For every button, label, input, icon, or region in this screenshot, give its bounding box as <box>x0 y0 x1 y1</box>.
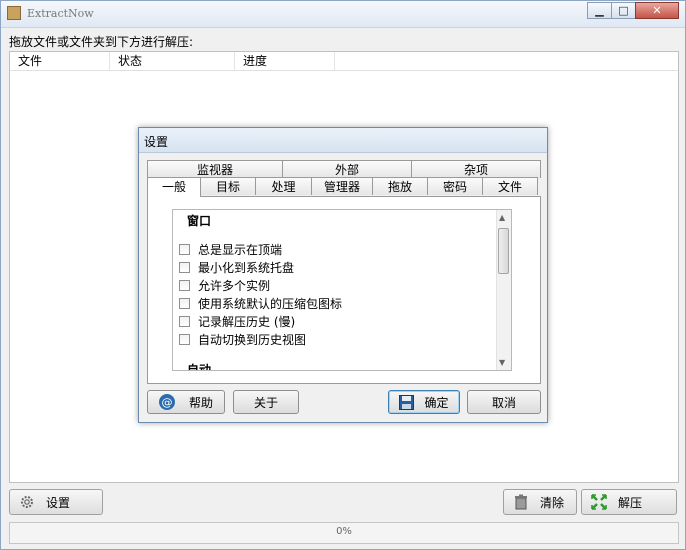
tab-misc[interactable]: 杂项 <box>411 160 541 178</box>
tab-password[interactable]: 密码 <box>427 177 483 195</box>
checkbox[interactable] <box>179 243 190 255</box>
minimize-button[interactable]: ▁ <box>587 2 612 19</box>
status-progress-text: 0% <box>336 526 352 537</box>
checkbox[interactable] <box>179 315 190 327</box>
checkbox[interactable] <box>179 333 190 345</box>
gear-icon <box>18 493 36 511</box>
settings-button-label: 设置 <box>46 495 71 510</box>
close-button[interactable]: ✕ <box>635 2 679 19</box>
tab-page-general: 窗口 总是显示在顶端 最小化到系统托盘 允许多个实例 使用系统默认的压缩包图标 <box>147 196 541 384</box>
clear-button-label: 清除 <box>540 495 565 510</box>
floppy-disk-icon <box>399 394 415 410</box>
window-title: ExtractNow <box>27 7 94 20</box>
ok-button[interactable]: 确定 <box>388 390 460 414</box>
status-bar: 0% <box>9 522 679 544</box>
settings-tabs: 监视器 外部 杂项 一般 目标 处理 管理器 拖放 密码 文件 窗口 总是显示在… <box>147 160 541 384</box>
cancel-button[interactable]: 取消 <box>467 390 541 414</box>
tab-destination[interactable]: 目标 <box>200 177 256 195</box>
option-log-history[interactable]: 记录解压历史 (慢) <box>179 313 295 329</box>
window-controls: ▁ □ ✕ <box>587 2 679 20</box>
tab-processing[interactable]: 处理 <box>255 177 312 195</box>
tab-files[interactable]: 文件 <box>482 177 538 195</box>
box-icon <box>7 6 21 20</box>
maximize-button[interactable]: □ <box>611 2 636 19</box>
checkbox[interactable] <box>179 279 190 291</box>
tab-row-bottom: 一般 目标 处理 管理器 拖放 密码 文件 <box>147 177 538 197</box>
section-header-window: 窗口 <box>187 214 212 228</box>
extract-button[interactable]: 解压 <box>581 489 677 515</box>
option-label: 自动切换到历史视图 <box>198 332 307 347</box>
dialog-title-bar[interactable]: 设置 <box>139 128 547 153</box>
at-sign-icon: @ <box>158 394 175 410</box>
option-label: 总是显示在顶端 <box>198 242 283 257</box>
maximize-icon: □ <box>618 4 629 17</box>
option-label: 允许多个实例 <box>198 278 271 293</box>
settings-button[interactable]: 设置 <box>9 489 103 515</box>
list-header: 文件 状态 进度 <box>10 52 678 71</box>
checkbox[interactable] <box>179 297 190 309</box>
option-label: 使用系统默认的压缩包图标 <box>198 296 343 311</box>
drop-instruction: 拖放文件或文件夹到下方进行解压: <box>9 35 194 49</box>
help-button-label: 帮助 <box>188 395 213 410</box>
section-header-auto: 自动 <box>187 363 212 371</box>
tab-manager[interactable]: 管理器 <box>311 177 373 195</box>
minimize-icon: ▁ <box>595 4 604 17</box>
scroll-up-icon[interactable]: ▲ <box>499 213 505 222</box>
checkbox[interactable] <box>179 261 190 273</box>
cancel-button-label: 取消 <box>491 395 516 410</box>
dialog-title: 设置 <box>144 135 169 149</box>
tab-general[interactable]: 一般 <box>147 177 201 197</box>
extract-button-label: 解压 <box>618 495 643 510</box>
scroll-down-icon[interactable]: ▼ <box>499 358 505 367</box>
option-always-on-top[interactable]: 总是显示在顶端 <box>179 241 282 257</box>
option-minimize-to-tray[interactable]: 最小化到系统托盘 <box>179 259 294 275</box>
extract-arrows-icon <box>590 493 608 511</box>
tab-external[interactable]: 外部 <box>282 160 412 178</box>
option-system-archive-icon[interactable]: 使用系统默认的压缩包图标 <box>179 295 342 311</box>
tab-drag-drop[interactable]: 拖放 <box>372 177 428 195</box>
trash-icon <box>512 493 530 511</box>
ok-button-label: 确定 <box>424 395 449 410</box>
option-auto-history-view[interactable]: 自动切换到历史视图 <box>179 331 306 347</box>
title-bar[interactable]: ExtractNow ▁ □ ✕ <box>1 1 685 28</box>
tab-monitor[interactable]: 监视器 <box>147 160 283 178</box>
column-header-status[interactable]: 状态 <box>110 52 235 70</box>
column-header-progress[interactable]: 进度 <box>235 52 335 70</box>
options-list[interactable]: 窗口 总是显示在顶端 最小化到系统托盘 允许多个实例 使用系统默认的压缩包图标 <box>172 209 512 371</box>
settings-dialog: 设置 监视器 外部 杂项 一般 目标 处理 管理器 拖放 密码 文件 窗口 总是… <box>138 127 548 423</box>
close-icon: ✕ <box>652 4 662 17</box>
option-label: 最小化到系统托盘 <box>198 260 295 275</box>
option-label: 记录解压历史 (慢) <box>198 314 296 329</box>
options-scrollbar[interactable]: ▲ ▼ <box>496 210 511 370</box>
option-multiple-instances[interactable]: 允许多个实例 <box>179 277 270 293</box>
help-button[interactable]: @ 帮助 <box>147 390 225 414</box>
scroll-thumb[interactable] <box>498 228 509 274</box>
tab-row-top: 监视器 外部 杂项 <box>147 160 541 178</box>
clear-button[interactable]: 清除 <box>503 489 577 515</box>
about-button[interactable]: 关于 <box>233 390 299 414</box>
column-header-file[interactable]: 文件 <box>10 52 110 70</box>
about-button-label: 关于 <box>253 395 278 410</box>
